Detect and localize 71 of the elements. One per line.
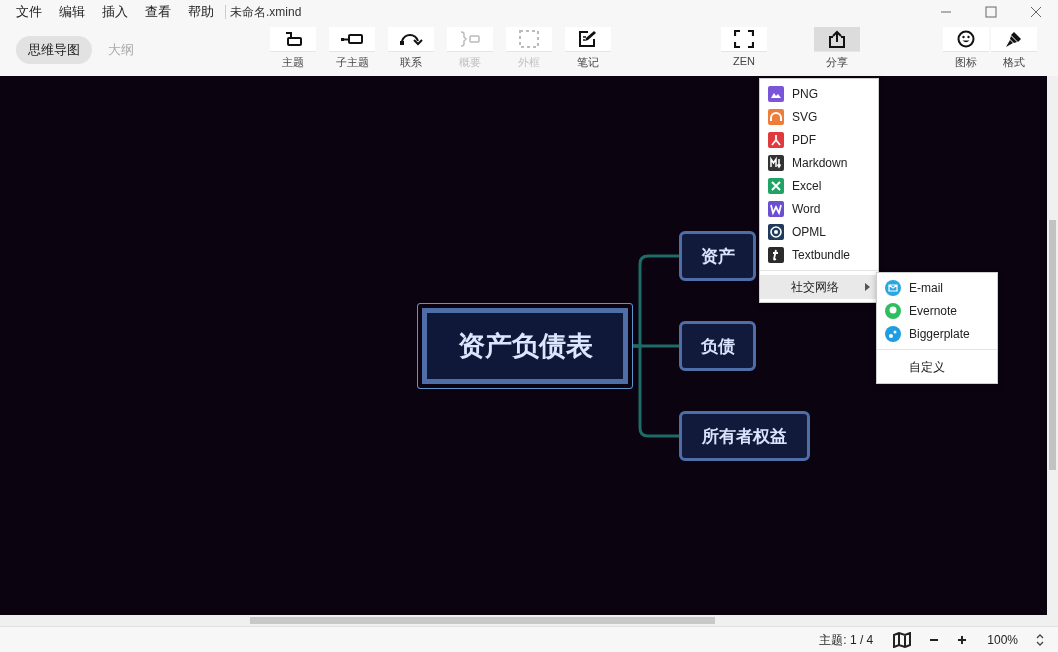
note-badge-icon [885,302,901,319]
note-icon [578,30,598,48]
brush-icon [1005,30,1023,48]
menu-item[interactable]: 查看 [145,3,171,21]
tool-button[interactable] [991,27,1037,52]
submenu-item[interactable]: 社交网络 [760,275,878,299]
topic-count: 主题: 1 / 4 [819,631,874,649]
subtopic-node[interactable]: 资产 [679,231,756,281]
menu-item[interactable]: 文件 [16,3,42,21]
menu-item[interactable]: Markdown [760,151,878,174]
share-icon [828,30,846,48]
root-topic[interactable]: 资产负债表 [417,303,633,389]
tool-label: ZEN [733,55,755,67]
map-icon[interactable] [893,632,912,648]
tool-button[interactable] [329,27,375,52]
tool-label: 分享 [826,55,848,70]
view-tab[interactable]: 思维导图 [16,36,92,64]
smiley-icon [957,30,975,48]
subtopic-node[interactable]: 负债 [679,321,756,371]
tool-label: 笔记 [577,55,599,70]
menu-item[interactable]: SVG [760,105,878,128]
tool-button[interactable] [814,27,860,52]
subtopic-node[interactable]: 所有者权益 [679,411,810,461]
caret-icon [865,283,870,291]
menu-item[interactable]: Evernote [877,299,997,322]
markdown-file-icon [768,154,784,171]
pdf-file-icon [768,131,784,148]
menu-item[interactable]: E-mail [877,276,997,299]
tool-button[interactable] [270,27,316,52]
textbundle-file-icon [768,246,784,263]
tool-label: 格式 [1003,55,1025,70]
topic-icon [283,31,303,47]
stepper-icon[interactable] [1036,634,1044,646]
opml-file-icon [768,223,784,240]
tool-label: 图标 [955,55,977,70]
word-file-icon [768,200,784,217]
dashed-frame-icon [519,30,539,48]
summary-icon [459,31,481,47]
tool-button[interactable] [721,27,767,52]
menu-item[interactable]: Word [760,197,878,220]
window-title: 未命名.xmind [230,3,302,21]
tool-button[interactable] [388,27,434,52]
tool-label: 子主题 [335,55,369,70]
menu-item[interactable]: Biggerplate [877,322,997,345]
envelope-icon [885,279,901,296]
tool-button[interactable] [943,27,989,52]
menu-item[interactable]: 帮助 [188,3,214,21]
tool-button[interactable] [565,27,611,52]
zoom-level[interactable]: 100% [987,633,1018,647]
zoom-in-icon[interactable] [957,635,968,645]
svg-file-icon [768,108,784,125]
menu-item[interactable]: Excel [760,174,878,197]
close-icon[interactable] [1030,6,1042,18]
fullscreen-icon [734,30,754,48]
menu-item[interactable]: 插入 [102,3,128,21]
menu-item[interactable]: PDF [760,128,878,151]
menu-item[interactable]: OPML [760,220,878,243]
bubble-icon [885,325,901,342]
excel-file-icon [768,177,784,194]
tool-label: 联系 [400,55,422,70]
png-file-icon [768,85,784,102]
maximize-icon[interactable] [985,6,997,18]
subtopic-icon [340,33,364,45]
curved-arrow-icon [399,32,423,46]
horizontal-scrollbar[interactable] [0,615,1058,626]
menu-item[interactable]: Textbundle [760,243,878,266]
menu-item[interactable]: 编辑 [59,3,85,21]
menu-item[interactable]: PNG [760,82,878,105]
menu-item[interactable]: 自定义 [877,354,997,380]
tool-label: 主题 [282,55,304,70]
vertical-scrollbar[interactable] [1047,76,1058,615]
